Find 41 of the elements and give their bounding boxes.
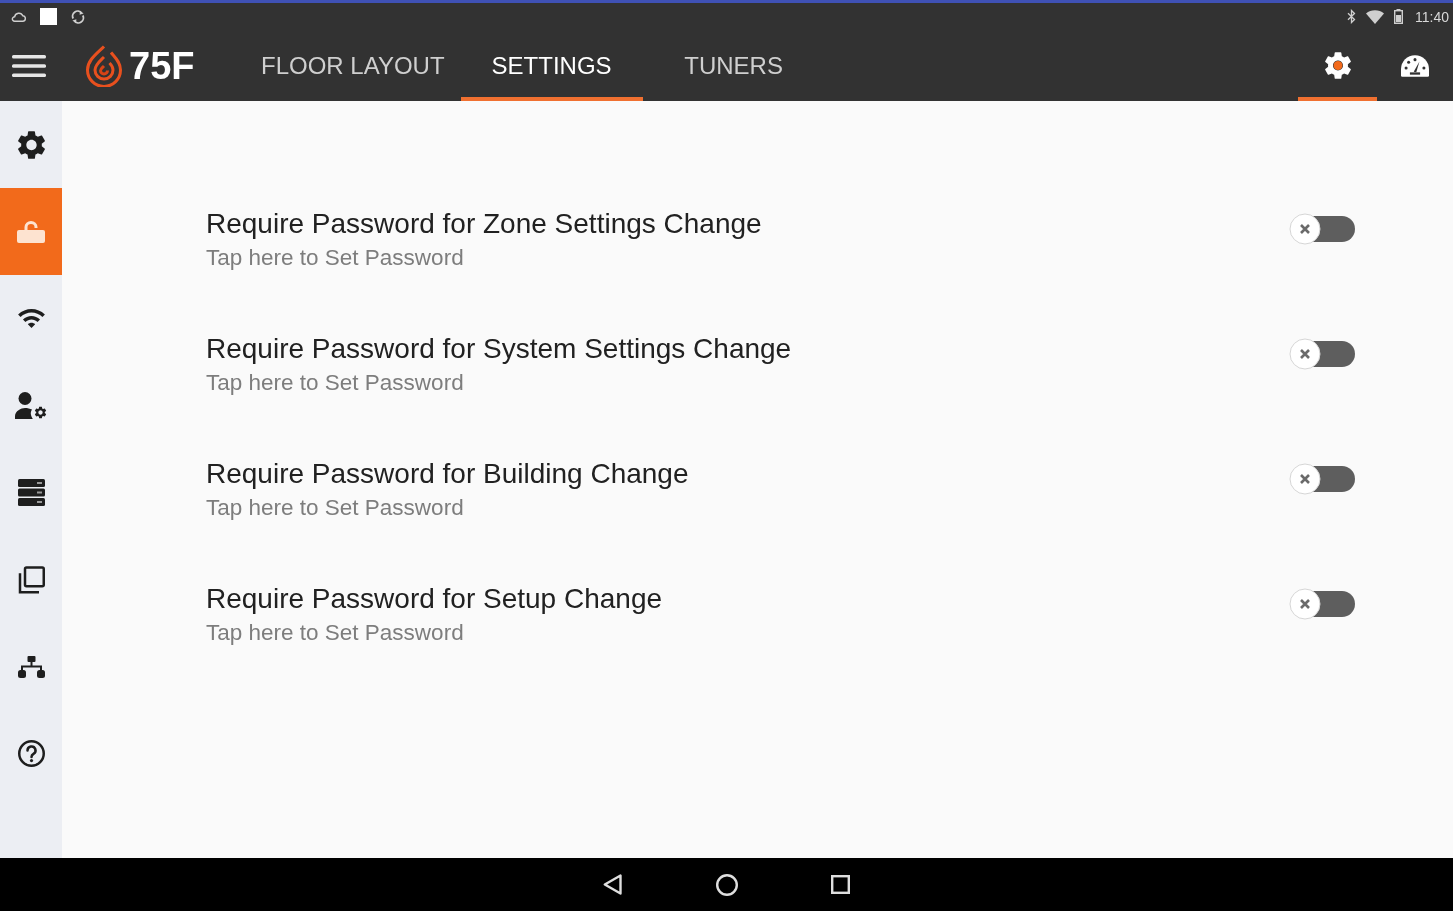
x-mark-icon	[1289, 213, 1321, 245]
flame-logo-icon	[85, 44, 123, 87]
menu-icon	[12, 54, 46, 77]
server-stack-icon	[17, 479, 45, 506]
x-mark-icon	[1289, 588, 1321, 620]
setting-title: Require Password for System Settings Change	[206, 332, 792, 366]
setting-title: Require Password for Setup Change	[206, 582, 663, 616]
padlock-icon	[17, 220, 45, 243]
setting-subtitle[interactable]: Tap here to Set Password	[206, 495, 464, 521]
nav-tab[interactable]: TUNERS	[642, 30, 825, 101]
home-icon	[715, 873, 738, 896]
logo-text: 75F	[129, 45, 195, 86]
speedometer-icon	[1401, 54, 1429, 77]
help-icon	[17, 740, 45, 767]
settings-icon	[17, 130, 45, 159]
network-tree-icon	[17, 655, 45, 678]
battery-icon	[1394, 9, 1403, 24]
setting-subtitle[interactable]: Tap here to Set Password	[206, 245, 464, 271]
wifi-signal-icon	[1366, 9, 1384, 24]
status-time: 11:40	[1415, 8, 1449, 25]
setting-title: Require Password for Building Change	[206, 457, 689, 491]
copy-icon	[17, 565, 45, 594]
setting-subtitle[interactable]: Tap here to Set Password	[206, 370, 464, 396]
recents-icon	[831, 875, 850, 894]
square-icon	[40, 8, 57, 25]
x-mark-icon	[1289, 338, 1321, 370]
nav-tab[interactable]: FLOOR LAYOUT	[245, 30, 461, 101]
user-gear-icon	[15, 392, 47, 419]
settings-icon	[1324, 52, 1351, 79]
toggle-switch[interactable]	[1289, 463, 1355, 495]
setting-title: Require Password for Zone Settings Change	[206, 207, 762, 241]
toggle-switch[interactable]	[1289, 213, 1355, 245]
wifi-icon	[17, 309, 45, 328]
x-mark-icon	[1289, 463, 1321, 495]
cloud-icon	[11, 11, 26, 22]
toggle-switch[interactable]	[1289, 338, 1355, 370]
setting-subtitle[interactable]: Tap here to Set Password	[206, 620, 464, 646]
bluetooth-icon	[1347, 9, 1356, 24]
toggle-switch[interactable]	[1289, 588, 1355, 620]
sync-icon	[71, 9, 85, 24]
back-icon	[603, 874, 622, 895]
